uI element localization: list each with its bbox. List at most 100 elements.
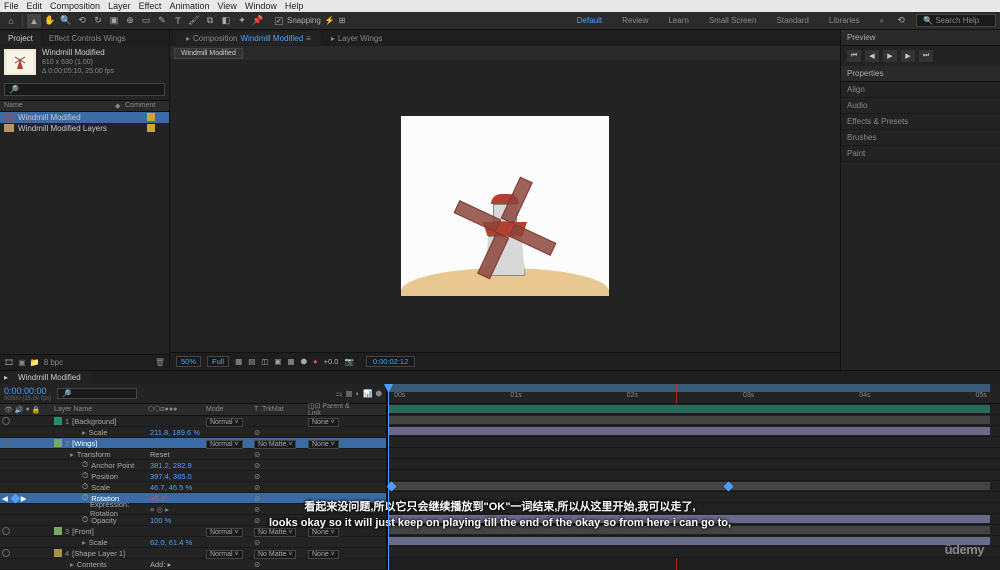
workspace-learn[interactable]: Learn xyxy=(658,14,698,27)
col-name[interactable]: Name xyxy=(4,102,115,110)
preview-play-button[interactable]: ▶ xyxy=(883,50,897,62)
project-tab[interactable]: Project xyxy=(0,32,41,45)
menu-layer[interactable]: Layer xyxy=(108,1,131,11)
current-time-display[interactable]: 0:00:02:12 xyxy=(366,356,415,367)
properties-panel-title[interactable]: Properties xyxy=(841,66,1000,82)
timeline-layer-row[interactable]: ⏱Opacity100 %⊘ xyxy=(0,515,386,526)
menu-composition[interactable]: Composition xyxy=(50,1,100,11)
new-folder-button[interactable]: 📁 xyxy=(30,358,40,367)
effects-presets-panel[interactable]: Effects & Presets xyxy=(841,114,1000,130)
time-ruler[interactable]: 00s 01s 02s 03s 04s 05s xyxy=(388,384,1000,404)
composition-tab[interactable]: ▸ Composition Windmill Modified ≡ xyxy=(176,32,321,45)
menu-effect[interactable]: Effect xyxy=(139,1,162,11)
bpp-button[interactable]: 8 bpc xyxy=(44,358,64,367)
snapshot-button[interactable]: 📷 xyxy=(344,357,353,366)
tl-draft3d-icon[interactable]: ⬢ xyxy=(375,389,382,398)
timeline-search[interactable]: 🔎 xyxy=(57,388,137,399)
color-tag[interactable] xyxy=(147,113,155,121)
snap-opt2-icon[interactable]: ⊞ xyxy=(339,16,346,25)
color-tag[interactable] xyxy=(147,124,155,132)
align-panel[interactable]: Align xyxy=(841,82,1000,98)
viewer-transparency-icon[interactable]: ▦ xyxy=(287,357,294,366)
workspace-small[interactable]: Small Screen xyxy=(699,14,767,27)
col-comment[interactable]: Comment xyxy=(125,102,165,110)
hand-tool[interactable]: ✋ xyxy=(43,14,57,28)
puppet-tool[interactable]: 📌 xyxy=(251,14,265,28)
timeline-layer-row[interactable]: ▸ContentsAdd: ▸⊘ xyxy=(0,559,386,570)
zoom-tool[interactable]: 🔍 xyxy=(59,14,73,28)
viewer-3d-icon[interactable]: ⬢ xyxy=(301,357,308,366)
brush-tool[interactable]: 🖌 xyxy=(187,14,201,28)
selection-tool[interactable]: ▲ xyxy=(27,14,41,28)
orbit-tool[interactable]: ⟲ xyxy=(75,14,89,28)
col-trkmat[interactable]: T .TrkMat xyxy=(254,406,308,413)
timeline-layer-row[interactable]: 4[Shape Layer 1]Normal ˅No Matte ˅None ˅ xyxy=(0,548,386,559)
current-time[interactable]: 0:00:00:00 xyxy=(4,386,51,396)
playhead[interactable] xyxy=(388,384,389,570)
camera-tool[interactable]: ▣ xyxy=(107,14,121,28)
preview-last-button[interactable]: ⏭ xyxy=(919,50,933,62)
menu-help[interactable]: Help xyxy=(285,1,304,11)
preview-next-button[interactable]: ▶ xyxy=(901,50,915,62)
preview-prev-button[interactable]: ◀ xyxy=(865,50,879,62)
timeline-layer-row[interactable]: 3[Front]Normal ˅No Matte ˅None ˅ xyxy=(0,526,386,537)
menu-file[interactable]: File xyxy=(4,1,19,11)
tl-graph-icon[interactable]: 📊 xyxy=(363,389,372,398)
timeline-layer-row[interactable]: Expression: Rotation≡ ◎ ▸⊘ xyxy=(0,504,386,515)
menu-view[interactable]: View xyxy=(217,1,236,11)
paint-panel[interactable]: Paint xyxy=(841,146,1000,162)
menu-window[interactable]: Window xyxy=(245,1,277,11)
comp-breadcrumb[interactable]: Windmill Modified xyxy=(174,48,243,59)
pen-tool[interactable]: ✎ xyxy=(155,14,169,28)
snap-opt-icon[interactable]: ⚡ xyxy=(325,16,335,25)
rotate-tool[interactable]: ↻ xyxy=(91,14,105,28)
roto-tool[interactable]: ✦ xyxy=(235,14,249,28)
workspace-libraries[interactable]: Libraries xyxy=(819,14,870,27)
preview-panel-title[interactable]: Preview xyxy=(841,30,1000,46)
tl-shy-icon[interactable]: ⚏ xyxy=(336,389,343,398)
tl-motion-blur-icon[interactable]: ◐ xyxy=(356,389,361,398)
viewer-grid-icon[interactable]: ▦ xyxy=(235,357,242,366)
col-type-icon[interactable]: ◆ xyxy=(115,102,125,110)
col-mode[interactable]: Mode xyxy=(206,406,254,413)
timeline-layer-row[interactable]: ⏱Scale46.7, 46.5 %⊘ xyxy=(0,482,386,493)
brushes-panel[interactable]: Brushes xyxy=(841,130,1000,146)
home-button[interactable]: ⌂ xyxy=(4,14,18,28)
clone-tool[interactable]: ⧉ xyxy=(203,14,217,28)
pan-behind-tool[interactable]: ⊕ xyxy=(123,14,137,28)
audio-panel[interactable]: Audio xyxy=(841,98,1000,114)
new-comp-button[interactable]: ▣ xyxy=(18,358,26,367)
resolution-dropdown[interactable]: Full xyxy=(207,356,229,367)
preview-first-button[interactable]: ⏮ xyxy=(847,50,861,62)
menu-bar[interactable]: File Edit Composition Layer Effect Anima… xyxy=(0,0,1000,12)
snapping-checkbox[interactable] xyxy=(275,17,283,25)
project-row-folder[interactable]: Windmill Modified Layers xyxy=(0,123,169,134)
eraser-tool[interactable]: ◧ xyxy=(219,14,233,28)
menu-animation[interactable]: Animation xyxy=(169,1,209,11)
timeline-layer-row[interactable]: ⏱Position397.4, 365.0⊘ xyxy=(0,471,386,482)
col-layer-name[interactable]: Layer Name xyxy=(54,406,148,413)
workspace-default[interactable]: Default xyxy=(567,14,612,27)
composition-viewer[interactable] xyxy=(170,60,840,352)
project-row-comp[interactable]: Windmill Modified xyxy=(0,112,169,123)
timeline-layer-row[interactable]: ▸TransformReset⊘ xyxy=(0,449,386,460)
workspace-more[interactable]: » xyxy=(870,14,894,27)
workspace-reset-icon[interactable]: ⟲ xyxy=(894,14,908,28)
timeline-tab[interactable]: Windmill Modified xyxy=(8,371,91,384)
viewer-roi-icon[interactable]: ▣ xyxy=(274,357,281,366)
timeline-layer-row[interactable]: 2[Wings]Normal ˅No Matte ˅None ˅ xyxy=(0,438,386,449)
timeline-graph[interactable]: 00s 01s 02s 03s 04s 05s xyxy=(388,384,1000,570)
workspace-review[interactable]: Review xyxy=(612,14,658,27)
viewer-mask-icon[interactable]: ◫ xyxy=(261,357,268,366)
timeline-layer-row[interactable]: ▸Scale62.0, 61.4 %⊘ xyxy=(0,537,386,548)
timeline-layer-row[interactable]: ⏱Anchor Point381.2, 282.9⊘ xyxy=(0,460,386,471)
viewer-guides-icon[interactable]: ▤ xyxy=(248,357,255,366)
rect-tool[interactable]: ▭ xyxy=(139,14,153,28)
tl-frame-blend-icon[interactable]: ▦ xyxy=(345,389,352,398)
viewer-channel-icon[interactable]: ● xyxy=(313,357,318,366)
timeline-layer-row[interactable]: 1[Background]Normal ˅None ˅ xyxy=(0,416,386,427)
zoom-dropdown[interactable]: 50% xyxy=(176,356,201,367)
menu-edit[interactable]: Edit xyxy=(27,1,43,11)
project-search-input[interactable]: 🔎 xyxy=(4,83,165,96)
effect-controls-tab[interactable]: Effect Controls Wings xyxy=(41,32,134,45)
